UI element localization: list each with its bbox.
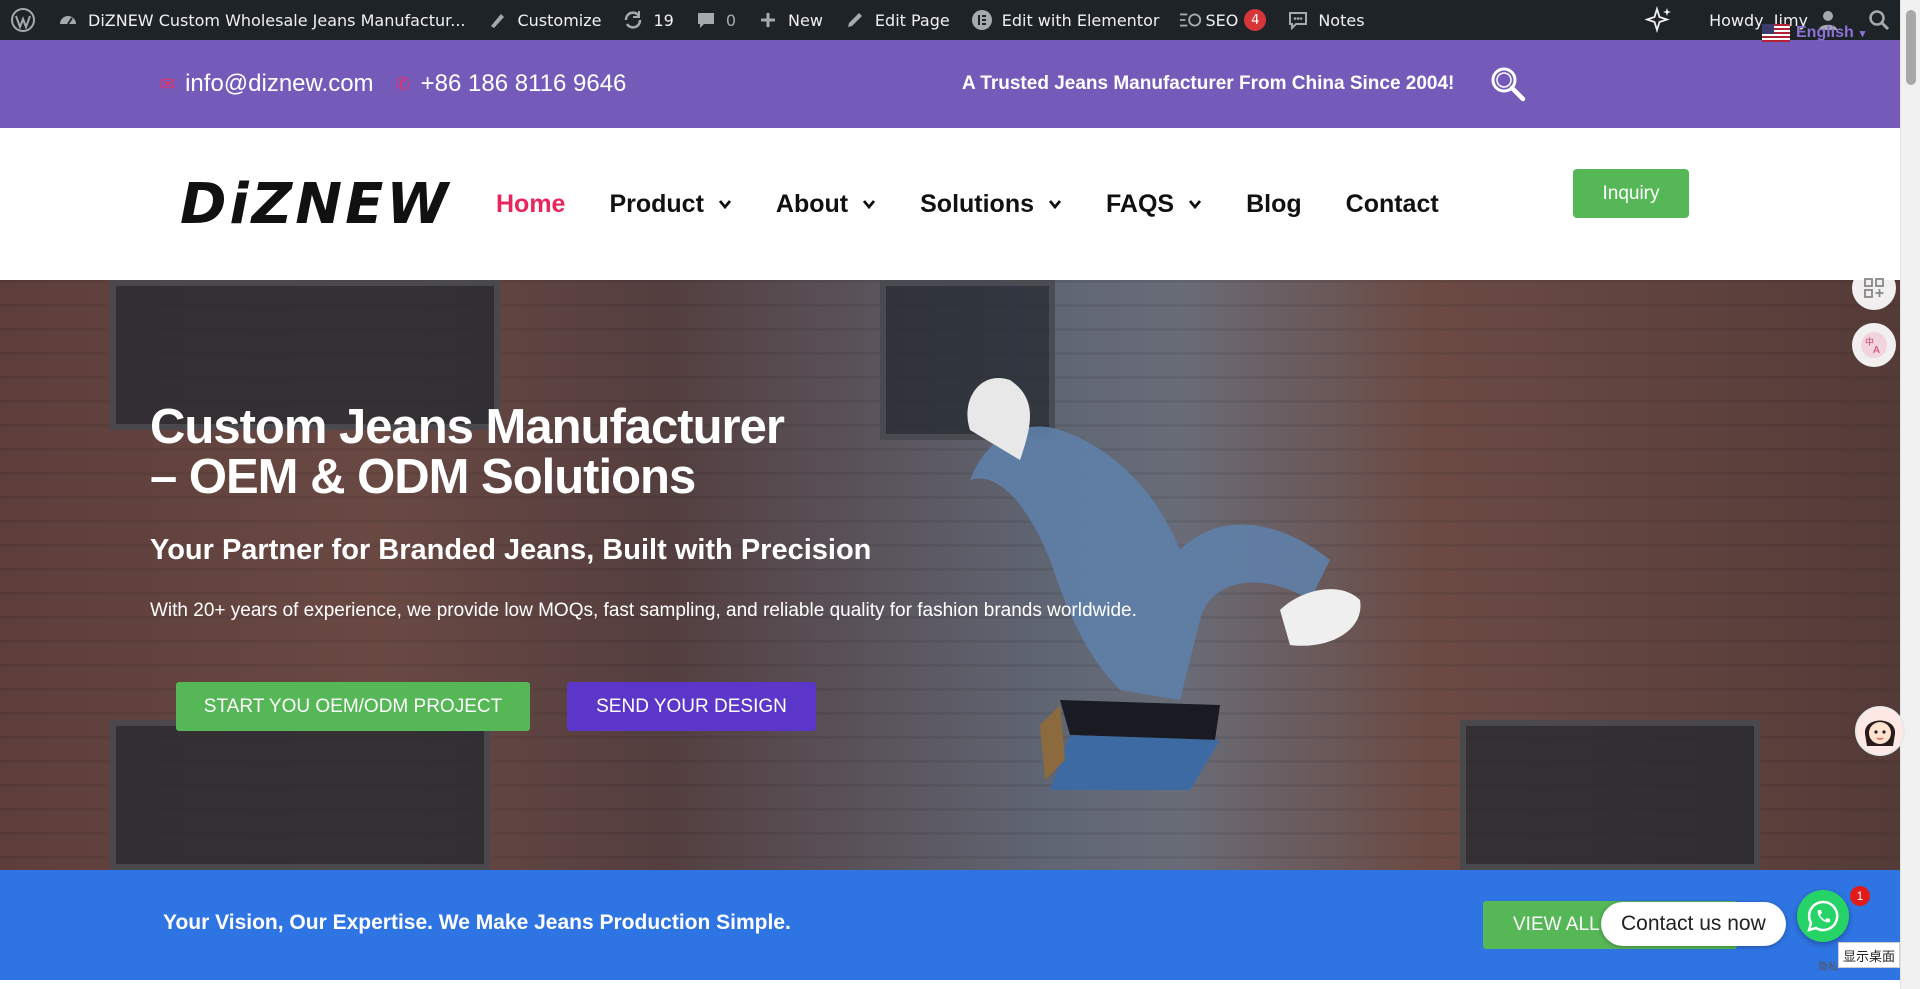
- chevron-down-icon: [1189, 200, 1202, 210]
- hero-description: With 20+ years of experience, we provide…: [150, 600, 1137, 621]
- comment-icon: [694, 8, 718, 32]
- tagline: A Trusted Jeans Manufacturer From China …: [962, 73, 1455, 94]
- us-flag-icon: [1762, 24, 1790, 42]
- background-window: [110, 720, 490, 870]
- notes-icon: [1286, 8, 1310, 32]
- dashboard-icon: [56, 8, 80, 32]
- seo-notification-badge: 4: [1244, 9, 1267, 31]
- chevron-down-icon: [863, 200, 876, 210]
- start-project-button[interactable]: START YOU OEM/ODM PROJECT: [176, 682, 530, 731]
- whatsapp-icon: [1807, 900, 1839, 932]
- hero-title: Custom Jeans Manufacturer – OEM & ODM So…: [150, 400, 785, 504]
- site-name-label: DiZNEW Custom Wholesale Jeans Manufactur…: [88, 10, 466, 30]
- jumping-model-illustration: [967, 378, 1361, 790]
- apps-grid-button[interactable]: [1852, 266, 1896, 310]
- admin-site-name[interactable]: DiZNEW Custom Wholesale Jeans Manufactur…: [46, 0, 475, 40]
- nav-label: Solutions: [920, 189, 1035, 218]
- admin-bar: DiZNEW Custom Wholesale Jeans Manufactur…: [0, 0, 1900, 40]
- chevron-down-icon: [1048, 200, 1062, 210]
- admin-updates[interactable]: 19: [611, 0, 683, 40]
- hero-title-line2: – OEM & ODM Solutions: [150, 450, 696, 504]
- elementor-icon: [970, 8, 994, 32]
- nav-label: Product: [609, 189, 704, 218]
- admin-customize[interactable]: Customize: [475, 0, 611, 40]
- notes-label: Notes: [1318, 10, 1365, 30]
- wordpress-icon: [11, 8, 35, 32]
- nav-label: About: [775, 189, 849, 218]
- promo-message: Your Vision, Our Expertise. We Make Jean…: [163, 910, 791, 934]
- nav-label: Blog: [1246, 189, 1302, 218]
- privacy-label: 隐私: [1818, 962, 1838, 973]
- agent-avatar-icon: [1857, 708, 1903, 754]
- admin-seo[interactable]: SEO 4: [1169, 0, 1276, 40]
- admin-elementor[interactable]: Edit with Elementor: [960, 0, 1170, 40]
- inquiry-button[interactable]: Inquiry: [1573, 169, 1689, 218]
- seo-label: SEO: [1205, 10, 1239, 30]
- ai-sparkle-button[interactable]: [1635, 0, 1683, 40]
- brush-icon: [485, 8, 509, 32]
- new-label: New: [788, 10, 823, 30]
- search-icon: [1869, 10, 1890, 31]
- sparkle-icon: [1645, 6, 1672, 34]
- chat-agent-avatar[interactable]: [1855, 706, 1905, 756]
- admin-new[interactable]: New: [746, 0, 833, 40]
- chevron-down-icon: ▾: [1859, 27, 1866, 40]
- nav-item-blog[interactable]: Blog: [1246, 190, 1302, 219]
- updates-count: 19: [653, 10, 674, 30]
- scrollbar-thumb[interactable]: [1906, 10, 1916, 85]
- edit-page-label: Edit Page: [874, 10, 950, 30]
- translate-button[interactable]: 中A: [1852, 323, 1896, 367]
- chevron-down-icon: [718, 200, 731, 210]
- customize-label: Customize: [517, 10, 602, 30]
- top-info-bar: ✉ info@diznew.com ✆ +86 186 8116 9646 A …: [0, 40, 1900, 128]
- contact-info: ✉ info@diznew.com ✆ +86 186 8116 9646: [160, 40, 626, 128]
- hero-subtitle: Your Partner for Branded Jeans, Built wi…: [150, 534, 872, 566]
- envelope-icon: ✉: [160, 73, 176, 94]
- nav-label: FAQS: [1106, 189, 1175, 218]
- admin-edit-page[interactable]: Edit Page: [833, 0, 960, 40]
- hero-banner: Custom Jeans Manufacturer – OEM & ODM So…: [0, 280, 1900, 870]
- nav-item-home[interactable]: Home: [496, 190, 565, 219]
- plus-icon: [756, 8, 780, 32]
- seo-icon: [1179, 8, 1203, 32]
- phone-icon: ✆: [395, 73, 411, 94]
- nav-label: Home: [496, 189, 566, 218]
- phone-link[interactable]: +86 186 8116 9646: [421, 70, 627, 98]
- apps-grid-icon: [1864, 278, 1884, 298]
- show-desktop-button[interactable]: 显示桌面: [1838, 942, 1900, 968]
- admin-notes[interactable]: Notes: [1276, 0, 1374, 40]
- nav-item-about[interactable]: About: [776, 190, 876, 219]
- nav-item-contact[interactable]: Contact: [1346, 190, 1439, 219]
- site-logo[interactable]: DiZNEW: [180, 172, 451, 237]
- elementor-label: Edit with Elementor: [1001, 10, 1160, 30]
- nav-item-solutions[interactable]: Solutions: [920, 190, 1062, 219]
- background-window: [1460, 720, 1760, 870]
- wordpress-logo-button[interactable]: [0, 0, 46, 40]
- language-label: English: [1796, 24, 1854, 41]
- page-scrollbar[interactable]: [1900, 0, 1920, 989]
- nav-item-faqs[interactable]: FAQS: [1106, 190, 1202, 219]
- nav-item-product[interactable]: Product: [609, 190, 731, 219]
- contact-us-bubble[interactable]: Contact us now: [1601, 902, 1786, 946]
- pencil-icon: [843, 8, 867, 32]
- email-link[interactable]: info@diznew.com: [185, 70, 373, 98]
- main-navbar: DiZNEW Home Product About Solutions FAQS…: [0, 128, 1900, 280]
- whatsapp-unread-badge: 1: [1850, 886, 1870, 906]
- site-search-button[interactable]: [1488, 64, 1528, 104]
- main-menu: Home Product About Solutions FAQS Blog C…: [496, 128, 1483, 280]
- translate-icon: 中A: [1861, 332, 1887, 358]
- svg-text:A: A: [1873, 345, 1880, 356]
- whatsapp-button[interactable]: [1797, 890, 1849, 942]
- updates-icon: [621, 8, 645, 32]
- send-design-button[interactable]: SEND YOUR DESIGN: [567, 682, 816, 731]
- hero-title-line1: Custom Jeans Manufacturer: [150, 400, 785, 454]
- nav-label: Contact: [1345, 189, 1439, 218]
- language-switcher[interactable]: English ▾: [1762, 24, 1865, 42]
- admin-comments[interactable]: 0: [684, 0, 746, 40]
- comments-count: 0: [725, 10, 737, 30]
- magnifier-icon: [1491, 67, 1526, 102]
